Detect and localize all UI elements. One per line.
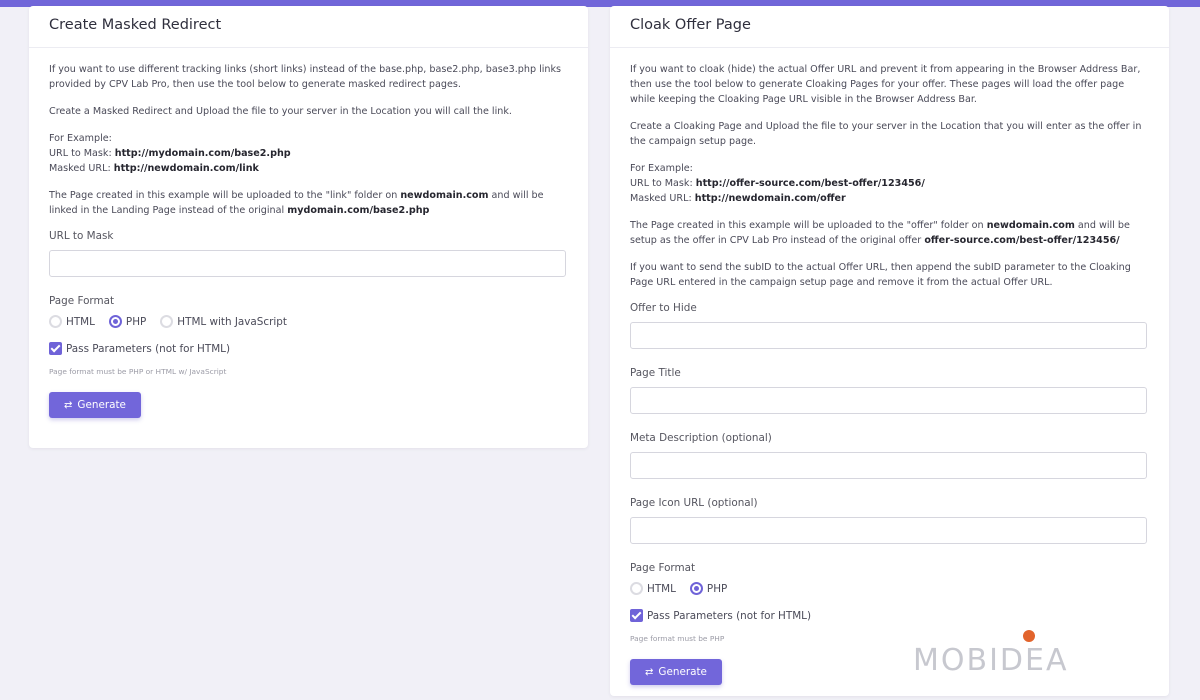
radio-html-javascript[interactable]: HTML with JavaScript: [160, 315, 287, 328]
offer-to-hide-input[interactable]: [630, 322, 1147, 349]
radio-checked-icon: [108, 315, 122, 328]
radio-php[interactable]: PHP: [689, 582, 727, 595]
refresh-icon: ⇄: [645, 666, 654, 678]
checkbox-checked-icon: [49, 342, 62, 355]
instruction-text: Create a Cloaking Page and Upload the fi…: [630, 121, 1142, 147]
masked-redirect-card: Create Masked Redirect If you want to us…: [29, 6, 588, 448]
url-to-mask-input[interactable]: [49, 250, 566, 277]
offer-to-hide-label: Offer to Hide: [630, 302, 697, 314]
page-format-label: Page Format: [49, 295, 115, 307]
page-title-label: Page Title: [630, 367, 681, 379]
page-format-radio-group: HTML PHP HTML with JavaScript: [49, 315, 568, 328]
radio-unchecked-icon: [630, 582, 643, 595]
subid-text: If you want to send the subID to the act…: [630, 262, 1131, 288]
watermark-dot: [1023, 630, 1035, 642]
example-text: For Example: URL to Mask: http://mydomai…: [49, 133, 291, 174]
intro-text: If you want to cloak (hide) the actual O…: [630, 64, 1141, 105]
page-title-input[interactable]: [630, 387, 1147, 414]
card-title: Cloak Offer Page: [610, 6, 1169, 48]
page-format-radio-group: HTML PHP: [630, 582, 1149, 595]
format-hint: Page format must be PHP: [630, 634, 725, 643]
cloak-offer-card: Cloak Offer Page If you want to cloak (h…: [610, 6, 1169, 696]
pass-parameters-checkbox[interactable]: Pass Parameters (not for HTML): [630, 609, 1149, 622]
radio-checked-icon: [689, 582, 703, 595]
meta-description-input[interactable]: [630, 452, 1147, 479]
url-to-mask-label: URL to Mask: [49, 230, 114, 242]
watermark-logo: MOBIDEA: [913, 643, 1069, 678]
card-title: Create Masked Redirect: [29, 6, 588, 48]
page-icon-url-label: Page Icon URL (optional): [630, 497, 758, 509]
pass-parameters-checkbox[interactable]: Pass Parameters (not for HTML): [49, 342, 568, 355]
radio-html[interactable]: HTML: [49, 315, 95, 328]
meta-description-label: Meta Description (optional): [630, 432, 772, 444]
intro-text: If you want to use different tracking li…: [49, 64, 562, 90]
example-text: For Example: URL to Mask: http://offer-s…: [630, 163, 925, 204]
refresh-icon: ⇄: [64, 399, 73, 411]
explanation-text: The Page created in this example will be…: [49, 190, 544, 216]
radio-php[interactable]: PHP: [108, 315, 146, 328]
generate-button[interactable]: ⇄ Generate: [630, 659, 722, 685]
instruction-text: Create a Masked Redirect and Upload the …: [49, 106, 512, 117]
radio-unchecked-icon: [49, 315, 62, 328]
page-format-label: Page Format: [630, 562, 696, 574]
checkbox-checked-icon: [630, 609, 643, 622]
generate-button[interactable]: ⇄ Generate: [49, 392, 141, 418]
format-hint: Page format must be PHP or HTML w/ JavaS…: [49, 367, 227, 376]
explanation-text: The Page created in this example will be…: [630, 220, 1130, 246]
page-icon-url-input[interactable]: [630, 517, 1147, 544]
radio-html[interactable]: HTML: [630, 582, 676, 595]
radio-unchecked-icon: [160, 315, 174, 328]
